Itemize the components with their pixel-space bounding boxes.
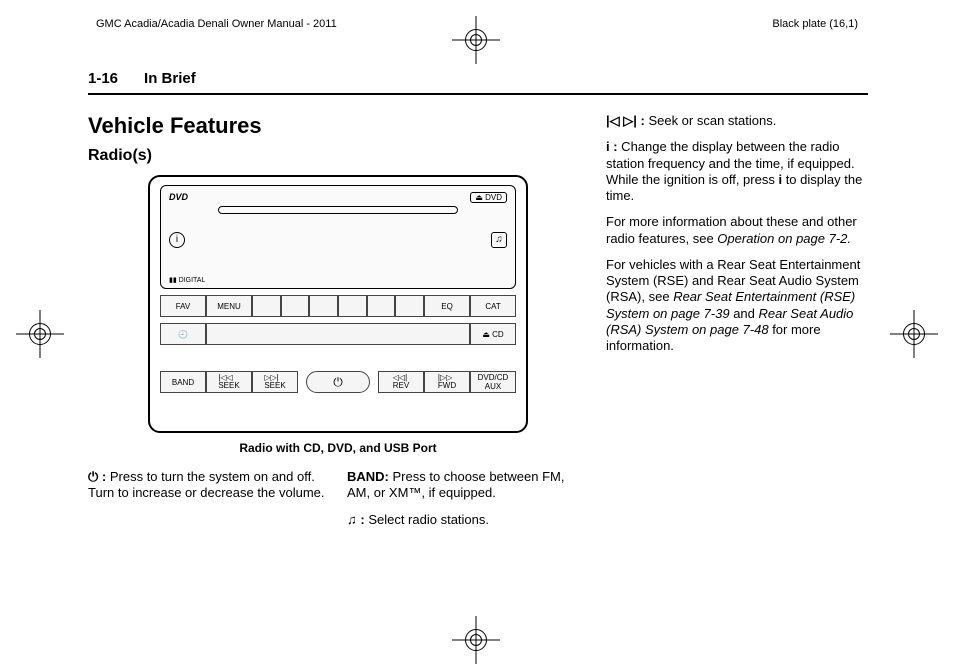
right-column: |◁ ▷| : Seek or scan stations. i : Chang… — [606, 113, 868, 538]
power-button: ⏻ — [306, 371, 370, 393]
seek-prev-button: |◁◁ SEEK — [206, 371, 252, 393]
more-info-2c: and — [730, 306, 759, 321]
eq-button: EQ — [424, 295, 470, 317]
radio-row-3: BAND |◁◁ SEEK ▷▷| SEEK ⏻ ◁◁| REV |▷▷ FWD… — [160, 371, 516, 393]
more-info-1b: Operation on page 7-2. — [717, 231, 851, 246]
left-column: Vehicle Features Radio(s) DVD ⏏ DVD i ♫ … — [88, 113, 588, 538]
seek-symbol: |◁ ▷| : — [606, 113, 645, 128]
radio-row-2: 🕘 ⏏ CD — [160, 323, 516, 345]
preset-3 — [309, 295, 338, 317]
page-body: 1-16 In Brief Vehicle Features Radio(s) … — [88, 70, 868, 538]
preset-6 — [395, 295, 424, 317]
band-label: BAND: — [347, 469, 389, 484]
radio-display: DVD ⏏ DVD i ♫ ▮▮ DIGITAL — [160, 185, 516, 289]
row2-blank — [206, 323, 470, 345]
fwd-button: |▷▷ FWD — [424, 371, 470, 393]
heading-radios: Radio(s) — [88, 147, 588, 165]
band-button: BAND — [160, 371, 206, 393]
reg-mark-top — [452, 16, 500, 64]
radio-figure: DVD ⏏ DVD i ♫ ▮▮ DIGITAL FAV MENU E — [148, 175, 528, 433]
page-number: 1-16 — [88, 70, 118, 87]
dvd-logo-icon: DVD — [169, 192, 188, 202]
power-symbol: ⏻ : — [88, 469, 106, 484]
radio-row-1: FAV MENU EQ CAT — [160, 295, 516, 317]
seek-next-button: ▷▷| SEEK — [252, 371, 298, 393]
rev-button: ◁◁| REV — [378, 371, 424, 393]
seek-text: Seek or scan stations. — [645, 113, 777, 128]
cat-button: CAT — [470, 295, 516, 317]
band-tune-desc: BAND: Press to choose between FM, AM, or… — [347, 469, 588, 538]
dvd-eject-button: ⏏ DVD — [470, 192, 507, 203]
preset-1 — [252, 295, 281, 317]
dolby-icon: ▮▮ DIGITAL — [169, 276, 205, 284]
running-head: 1-16 In Brief — [88, 70, 868, 95]
cd-eject-button: ⏏ CD — [470, 323, 516, 345]
disc-slot — [218, 206, 459, 214]
tune-text: Select radio stations. — [365, 512, 489, 527]
reg-mark-right — [890, 310, 938, 358]
power-desc: ⏻ : Press to turn the system on and off.… — [88, 469, 329, 538]
manual-title: GMC Acadia/Acadia Denali Owner Manual - … — [96, 18, 337, 30]
menu-button: MENU — [206, 295, 252, 317]
music-icon: ♫ — [491, 232, 507, 248]
info-symbol: i : — [606, 139, 618, 154]
preset-5 — [367, 295, 396, 317]
fav-button: FAV — [160, 295, 206, 317]
reg-mark-bottom — [452, 616, 500, 664]
heading-vehicle-features: Vehicle Features — [88, 113, 588, 139]
below-figure-columns: ⏻ : Press to turn the system on and off.… — [88, 469, 588, 538]
preset-2 — [281, 295, 310, 317]
power-text: Press to turn the system on and off. Tur… — [88, 469, 325, 500]
clock-button: 🕘 — [160, 323, 206, 345]
aux-button: DVD/CD AUX — [470, 371, 516, 393]
info-icon: i — [169, 232, 185, 248]
reg-mark-left — [16, 310, 64, 358]
section-title: In Brief — [144, 70, 196, 87]
figure-caption: Radio with CD, DVD, and USB Port — [88, 441, 588, 455]
preset-4 — [338, 295, 367, 317]
tune-symbol: ♫ : — [347, 512, 365, 527]
plate-label: Black plate (16,1) — [772, 18, 858, 30]
